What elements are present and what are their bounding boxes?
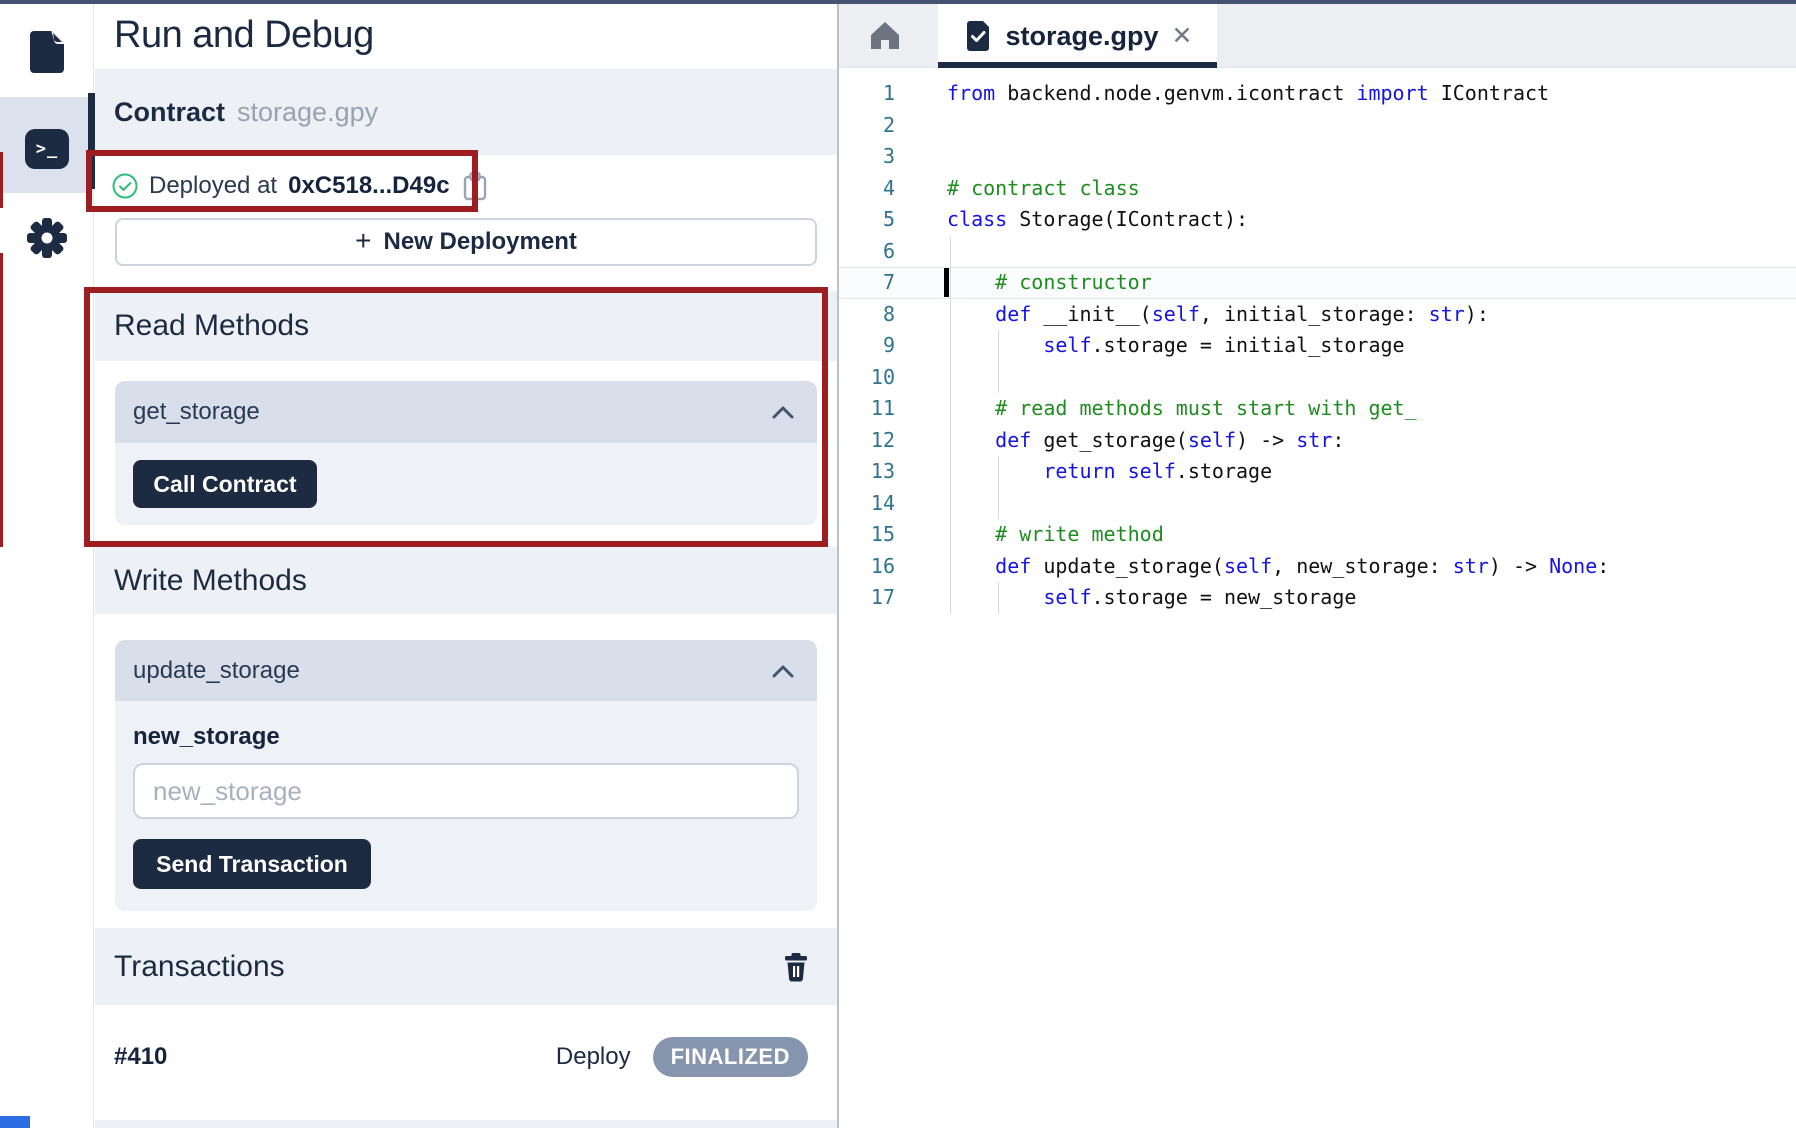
new-deployment-label: New Deployment xyxy=(383,228,576,256)
line-number: 9 xyxy=(839,330,895,362)
home-icon xyxy=(868,20,902,52)
call-contract-button[interactable]: Call Contract xyxy=(133,460,317,508)
code-line[interactable]: 2 xyxy=(839,110,1796,142)
code-line[interactable]: 6 xyxy=(839,236,1796,268)
code-line[interactable]: 3 xyxy=(839,141,1796,173)
chevron-up-icon[interactable] xyxy=(771,663,795,679)
method-card-body: Call Contract xyxy=(115,443,817,525)
field-label-new-storage: new_storage xyxy=(133,723,799,751)
send-transaction-button[interactable]: Send Transaction xyxy=(133,839,371,889)
transaction-row[interactable]: #410 Deploy FINALIZED xyxy=(95,1009,837,1104)
code-line[interactable]: 4# contract class xyxy=(839,173,1796,205)
transactions-band: Transactions xyxy=(95,928,837,1005)
line-number: 5 xyxy=(839,204,895,236)
line-number: 14 xyxy=(839,488,895,520)
write-methods-heading: Write Methods xyxy=(114,564,307,598)
transactions-heading: Transactions xyxy=(114,950,285,984)
home-tab-button[interactable] xyxy=(863,18,907,54)
sidebar-item-settings[interactable] xyxy=(0,212,94,264)
panel-bottom-strip xyxy=(95,1120,837,1128)
transaction-id: #410 xyxy=(114,1043,167,1071)
code-line-current[interactable]: 7 # constructor xyxy=(839,267,1796,299)
line-number: 8 xyxy=(839,299,895,331)
line-number: 17 xyxy=(839,582,895,614)
method-card-update-storage: update_storage new_storage Send Transact… xyxy=(115,640,817,911)
method-card-header[interactable]: update_storage xyxy=(115,640,817,701)
line-number: 11 xyxy=(839,393,895,425)
code-line[interactable]: 9 self.storage = initial_storage xyxy=(839,330,1796,362)
chevron-up-icon[interactable] xyxy=(771,404,795,420)
new-deployment-button[interactable]: + New Deployment xyxy=(115,218,817,266)
terminal-icon: >_ xyxy=(25,129,69,169)
sidebar-item-files[interactable] xyxy=(0,26,94,78)
code-line[interactable]: 5class Storage(IContract): xyxy=(839,204,1796,236)
tab-storage-gpy[interactable]: storage.gpy ✕ xyxy=(938,4,1217,68)
annotation-edge-sliver xyxy=(0,253,3,547)
method-card-header[interactable]: get_storage xyxy=(115,381,817,443)
method-card-body: new_storage Send Transaction xyxy=(115,701,817,911)
sidebar-item-run-debug[interactable]: >_ xyxy=(0,125,94,173)
contract-label: Contract xyxy=(114,97,225,128)
deployed-status-row: Deployed at 0xC518...D49c xyxy=(112,169,489,203)
code-line[interactable]: 1from backend.node.genvm.icontract impor… xyxy=(839,78,1796,110)
page-title: Run and Debug xyxy=(114,14,374,57)
line-number: 3 xyxy=(839,141,895,173)
copy-address-icon[interactable] xyxy=(461,170,489,202)
code-line[interactable]: 17 self.storage = new_storage xyxy=(839,582,1796,614)
file-check-icon xyxy=(963,21,993,51)
contract-header-band: Contract storage.gpy xyxy=(95,69,837,155)
transaction-type: Deploy xyxy=(556,1043,631,1071)
close-icon[interactable]: ✕ xyxy=(1172,24,1193,49)
code-editor-pane: storage.gpy ✕ 1from backend.node.genvm.i… xyxy=(837,4,1796,1128)
code-line[interactable]: 10 xyxy=(839,362,1796,394)
line-number: 16 xyxy=(839,551,895,583)
editor-tab-bar: storage.gpy ✕ xyxy=(839,4,1796,68)
write-methods-band: Write Methods xyxy=(95,547,837,614)
corner-blue-marker xyxy=(0,1116,30,1128)
code-line[interactable]: 13 return self.storage xyxy=(839,456,1796,488)
contract-file-name: storage.gpy xyxy=(237,97,378,128)
code-line[interactable]: 16 def update_storage(self, new_storage:… xyxy=(839,551,1796,583)
check-circle-icon xyxy=(112,173,138,199)
activity-rail: >_ xyxy=(0,4,94,1128)
trash-icon[interactable] xyxy=(782,952,810,982)
read-methods-band: Read Methods xyxy=(95,291,837,361)
line-number: 6 xyxy=(839,236,895,268)
plus-icon: + xyxy=(355,225,371,257)
line-number: 4 xyxy=(839,173,895,205)
code-line[interactable]: 8 def __init__(self, initial_storage: st… xyxy=(839,299,1796,331)
line-number: 2 xyxy=(839,110,895,142)
read-methods-heading: Read Methods xyxy=(114,309,309,343)
annotation-edge-sliver xyxy=(0,152,3,208)
code-line[interactable]: 15 # write method xyxy=(839,519,1796,551)
status-badge: FINALIZED xyxy=(653,1037,808,1077)
line-number: 1 xyxy=(839,78,895,110)
line-number: 7 xyxy=(839,267,895,299)
file-icon xyxy=(26,29,68,75)
line-number: 12 xyxy=(839,425,895,457)
new-storage-input[interactable] xyxy=(133,763,799,819)
code-line[interactable]: 14 xyxy=(839,488,1796,520)
line-number: 10 xyxy=(839,362,895,394)
deployed-status-text: Deployed at xyxy=(149,172,277,200)
code-lines[interactable]: 1from backend.node.genvm.icontract impor… xyxy=(839,68,1796,614)
method-name: update_storage xyxy=(133,657,300,685)
gear-icon xyxy=(25,216,69,260)
run-and-debug-panel: Run and Debug Contract storage.gpy Deplo… xyxy=(95,4,837,1128)
code-line[interactable]: 12 def get_storage(self) -> str: xyxy=(839,425,1796,457)
line-number: 15 xyxy=(839,519,895,551)
method-name: get_storage xyxy=(133,398,260,426)
line-number: 13 xyxy=(839,456,895,488)
method-card-get-storage: get_storage Call Contract xyxy=(115,381,817,525)
code-line[interactable]: 11 # read methods must start with get_ xyxy=(839,393,1796,425)
text-cursor xyxy=(944,268,949,297)
tab-label: storage.gpy xyxy=(1006,21,1159,52)
contract-address: 0xC518...D49c xyxy=(288,172,449,200)
